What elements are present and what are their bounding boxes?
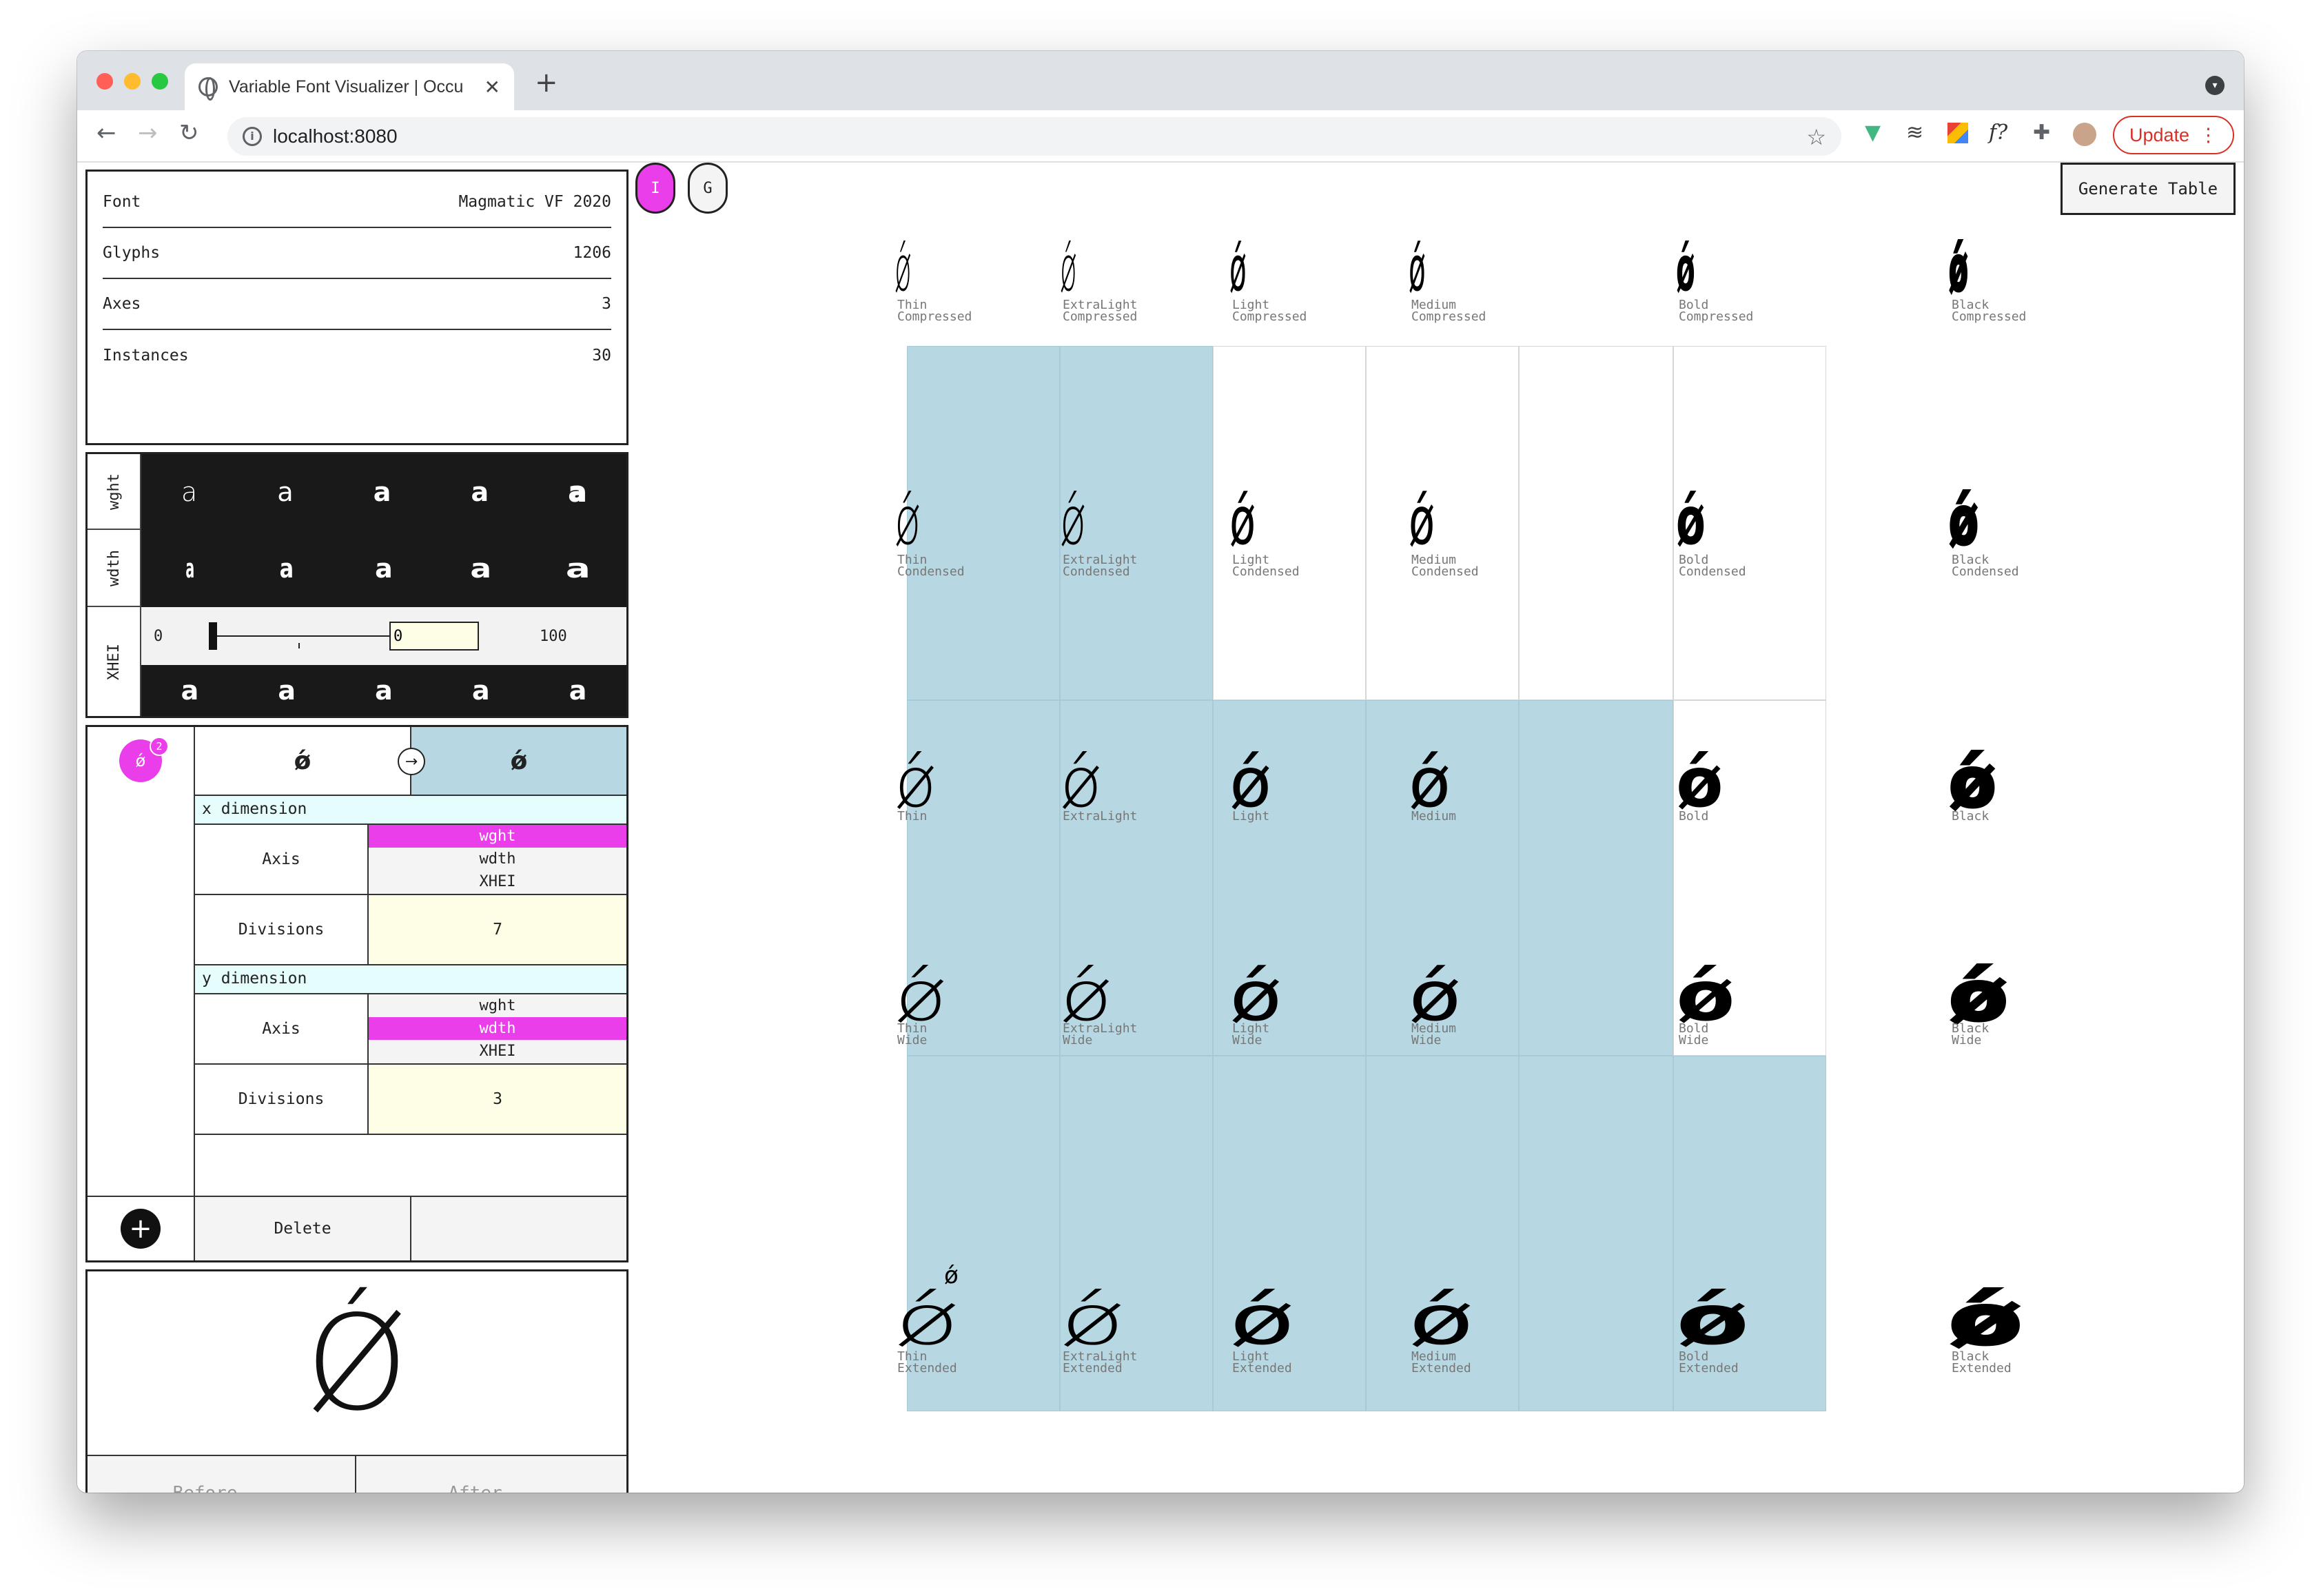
instance-label: Light xyxy=(1232,809,1270,823)
instance-label: Medium Extended xyxy=(1411,1349,1471,1375)
grid-cell xyxy=(1519,1056,1673,1411)
instance-label: Black xyxy=(1952,809,1990,823)
instance-glyph[interactable]: ǿ xyxy=(1947,747,1998,819)
instance-glyph[interactable]: ǿ xyxy=(1229,962,1282,1031)
puzzle-icon[interactable]: ✚ xyxy=(2033,123,2050,143)
instance-glyph[interactable]: ǿ xyxy=(894,488,921,554)
instance-glyph[interactable]: ǿ xyxy=(1229,238,1247,300)
instance-label: ExtraLight Wide xyxy=(1063,1021,1138,1047)
instance-label: Black Condensed xyxy=(1952,553,2019,579)
instance-glyph[interactable]: ǿ xyxy=(1060,962,1112,1031)
grid-cell xyxy=(1366,346,1519,700)
tab-title: Variable Font Visualizer | Occu xyxy=(229,76,464,96)
instance-label: ExtraLight Condensed xyxy=(1063,553,1138,579)
instance-glyph[interactable]: ǿ xyxy=(1676,748,1724,817)
instance-label: Bold xyxy=(1679,809,1709,823)
maximize-window-button[interactable] xyxy=(152,73,168,90)
instance-glyph[interactable]: ǿ xyxy=(894,748,937,817)
instance-glyph[interactable]: ǿ xyxy=(1676,1286,1749,1355)
close-window-button[interactable] xyxy=(96,73,113,90)
instance-glyph[interactable]: ǿ xyxy=(1409,748,1451,817)
instance-label: Thin Wide xyxy=(897,1021,928,1047)
instance-glyph[interactable]: ǿ xyxy=(1229,488,1256,554)
instance-label: Thin Extended xyxy=(897,1349,957,1375)
back-icon[interactable]: ← xyxy=(96,121,116,145)
grid-cell xyxy=(1519,700,1673,1056)
instance-label: ExtraLight xyxy=(1063,809,1138,823)
instance-label: Light Compressed xyxy=(1232,298,1307,324)
instance-label: Bold Wide xyxy=(1679,1021,1709,1047)
browser-toolbar: ← → ↻ i localhost:8080 ☆ ▼ ≋ f? ✚ Update… xyxy=(77,110,2244,163)
instance-glyph[interactable]: ǿ xyxy=(894,1286,960,1355)
instance-label: Black Extended xyxy=(1952,1349,2012,1375)
bookmark-star-icon[interactable]: ☆ xyxy=(1806,124,1826,150)
grid-cell xyxy=(907,346,1060,700)
instance-label: Bold Condensed xyxy=(1679,553,1746,579)
instance-glyph[interactable]: ǿ xyxy=(1676,238,1695,300)
globe-icon xyxy=(198,77,218,101)
new-tab-button[interactable]: + xyxy=(535,69,558,96)
instance-glyph[interactable]: ǿ xyxy=(894,962,947,1031)
grid-cell xyxy=(1519,346,1673,700)
instance-label: Thin Condensed xyxy=(897,553,965,579)
instance-label: Medium xyxy=(1411,809,1457,823)
instance-glyph[interactable]: ǿ xyxy=(1947,961,2010,1032)
url-text: localhost:8080 xyxy=(273,125,398,147)
instance-label: Thin Compressed xyxy=(897,298,972,324)
drag-cursor-glyph: ǿ xyxy=(944,1262,959,1289)
instance-label: Thin xyxy=(897,809,928,823)
app-page: Font Magmatic VF 2020 Glyphs 1206 Axes 3… xyxy=(77,163,2244,1493)
instance-label: Black Wide xyxy=(1952,1021,1990,1047)
font-ninja-icon[interactable]: f? xyxy=(1989,123,2007,143)
browser-tab[interactable]: Variable Font Visualizer | Occu ✕ xyxy=(185,63,514,110)
instance-label: Black Compressed xyxy=(1952,298,2027,324)
more-icon: ⋮ xyxy=(2199,124,2218,145)
instance-label: Medium Wide xyxy=(1411,1021,1457,1047)
instance-label: Light Extended xyxy=(1232,1349,1292,1375)
instance-glyph[interactable]: ǿ xyxy=(1409,1286,1474,1355)
instance-glyph[interactable]: ǿ xyxy=(1409,488,1435,554)
tab-search-icon[interactable]: ▾ xyxy=(2205,76,2225,95)
update-label: Update xyxy=(2129,124,2190,145)
wave-icon[interactable]: ≋ xyxy=(1906,123,1923,143)
instance-glyph[interactable]: ǿ xyxy=(1676,488,1706,554)
instance-label: ExtraLight Extended xyxy=(1063,1349,1138,1375)
browser-window: Variable Font Visualizer | Occu ✕ + ▾ ← … xyxy=(77,51,2244,1493)
instance-glyph[interactable]: ǿ xyxy=(1676,962,1735,1031)
minimize-window-button[interactable] xyxy=(124,73,141,90)
instance-glyph[interactable]: ǿ xyxy=(1409,238,1426,300)
instance-label: Medium Compressed xyxy=(1411,298,1486,324)
forward-icon[interactable]: → xyxy=(138,121,158,145)
color-picker-icon[interactable] xyxy=(1947,123,1968,143)
instance-glyph[interactable]: ǿ xyxy=(1060,1286,1125,1355)
instance-label: Bold Compressed xyxy=(1679,298,1754,324)
instance-label: ExtraLight Compressed xyxy=(1063,298,1138,324)
site-info-icon[interactable]: i xyxy=(243,127,262,146)
instance-glyph[interactable]: ǿ xyxy=(1948,487,1979,555)
instance-glyph[interactable]: ǿ xyxy=(1060,748,1102,817)
instance-label: Light Wide xyxy=(1232,1021,1270,1047)
instance-glyph[interactable]: ǿ xyxy=(1229,1286,1295,1355)
instance-glyph[interactable]: ǿ xyxy=(1060,238,1077,300)
vue-icon[interactable]: ▼ xyxy=(1865,123,1881,143)
profile-avatar[interactable] xyxy=(2073,123,2096,146)
tab-strip: Variable Font Visualizer | Occu ✕ + ▾ xyxy=(77,51,2244,110)
instance-glyph[interactable]: ǿ xyxy=(1060,488,1086,554)
instance-glyph[interactable]: ǿ xyxy=(1229,748,1271,817)
reload-icon[interactable]: ↻ xyxy=(179,121,199,145)
update-button[interactable]: Update ⋮ xyxy=(2113,116,2234,154)
instance-label: Light Condensed xyxy=(1232,553,1300,579)
instance-glyph[interactable]: ǿ xyxy=(1948,237,1969,302)
address-bar[interactable]: i localhost:8080 ☆ xyxy=(227,117,1841,156)
instance-label: Bold Extended xyxy=(1679,1349,1739,1375)
instance-glyph[interactable]: ǿ xyxy=(1947,1285,2025,1356)
instance-glyph[interactable]: ǿ xyxy=(894,238,912,300)
instance-grid: ǿ Thin Compressed ǿ ExtraLight Compressed ǿ L… xyxy=(77,163,2244,1493)
close-tab-icon[interactable]: ✕ xyxy=(484,76,500,99)
instance-glyph[interactable]: ǿ xyxy=(1409,962,1461,1031)
instance-label: Medium Condensed xyxy=(1411,553,1479,579)
